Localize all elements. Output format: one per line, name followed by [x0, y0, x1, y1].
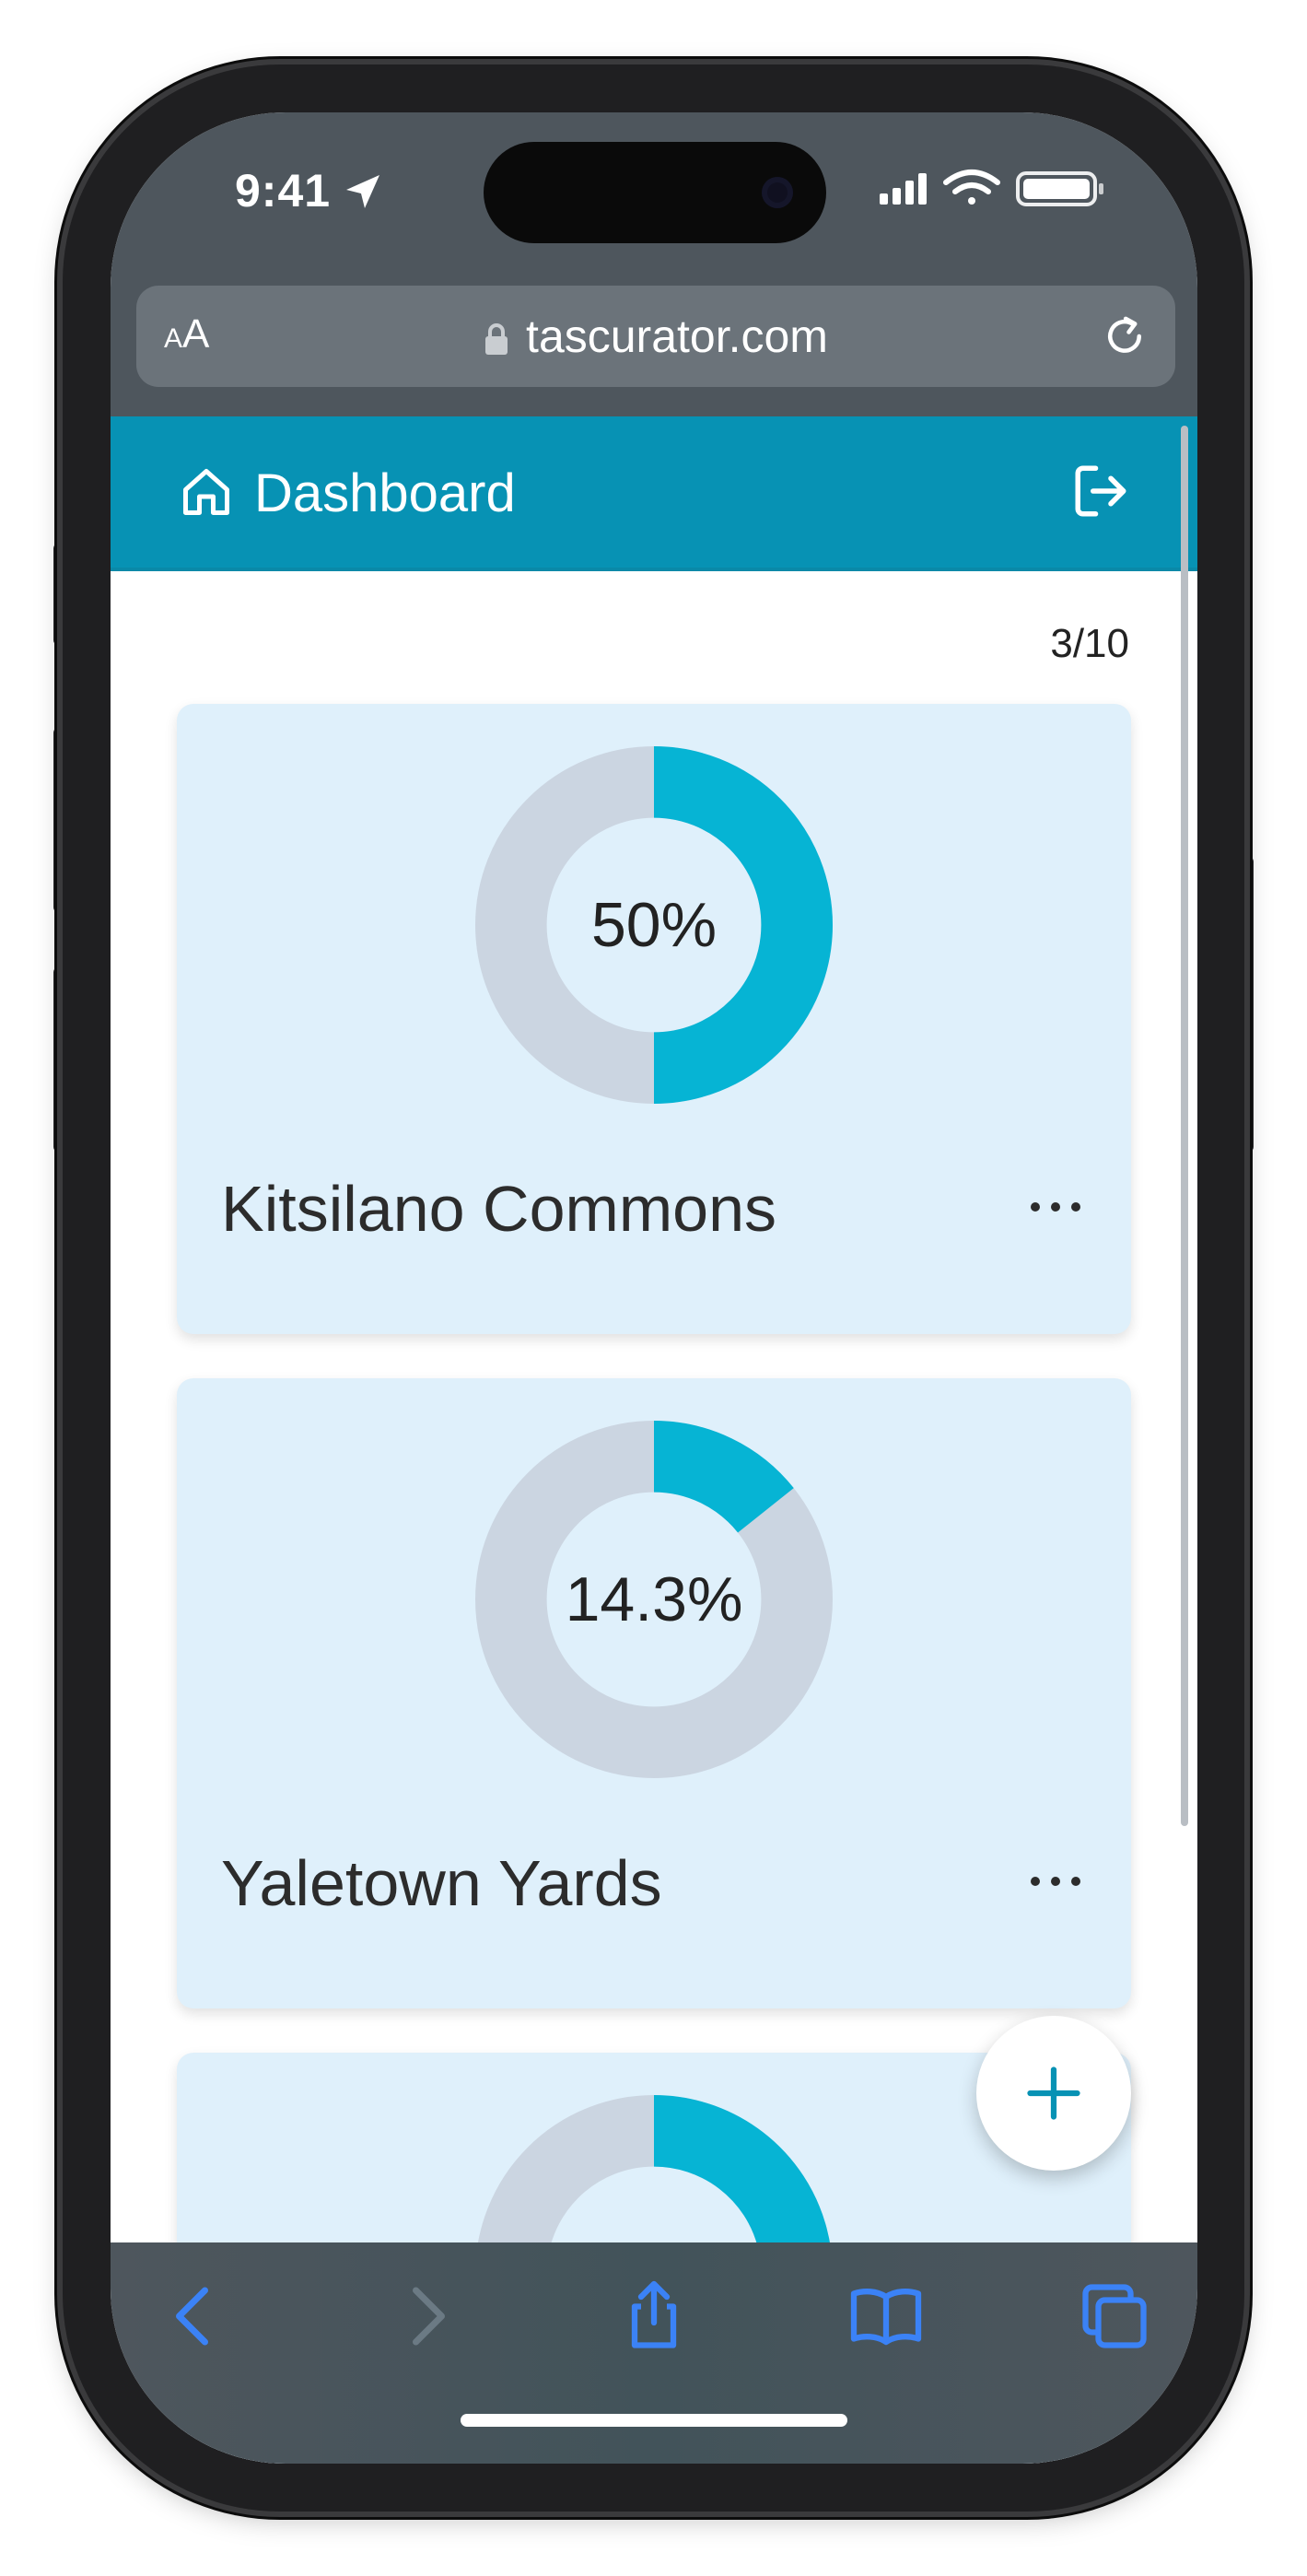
project-name: Kitsilano Commons	[221, 1173, 776, 1245]
status-time: 9:41	[235, 165, 332, 217]
battery-icon	[1016, 171, 1103, 206]
browser-bottom-toolbar	[111, 2242, 1197, 2464]
project-card[interactable]: 50% Kitsilano Commons	[177, 704, 1131, 1334]
reload-icon[interactable]	[1100, 311, 1149, 361]
scrollbar[interactable]	[1181, 426, 1188, 1826]
home-icon[interactable]	[179, 464, 234, 520]
dynamic-island	[484, 142, 826, 243]
lock-icon	[485, 323, 508, 355]
forward-chevron-icon	[413, 2287, 445, 2346]
project-card[interactable]: 14.3% Yaletown Yards	[177, 1378, 1131, 2008]
bookmarks-icon[interactable]	[847, 2277, 925, 2355]
page-counter: 3/10	[1050, 621, 1129, 666]
logout-icon[interactable]	[1070, 461, 1131, 521]
url-text: tascurator.com	[526, 310, 828, 362]
more-horizontal-icon[interactable]	[1026, 1188, 1085, 1225]
home-indicator	[461, 2414, 847, 2427]
address-bar[interactable]: AA tascurator.com	[136, 286, 1175, 387]
page-title[interactable]: Dashboard	[254, 463, 516, 524]
camera-icon	[762, 177, 793, 208]
app-header: Dashboard	[111, 416, 1197, 571]
tabs-icon[interactable]	[1076, 2277, 1153, 2355]
share-icon[interactable]	[615, 2277, 693, 2355]
progress-label: 50%	[590, 890, 718, 960]
screen: 9:41 AA tascurator.com Dashboard 3/10 50…	[111, 112, 1197, 2464]
wifi-icon	[943, 170, 1000, 205]
project-name: Yaletown Yards	[221, 1847, 662, 1919]
more-horizontal-icon[interactable]	[1026, 1863, 1085, 1900]
add-project-button[interactable]	[976, 2016, 1131, 2171]
progress-label: 14.3%	[565, 1564, 743, 1634]
cellular-signal-icon	[880, 173, 927, 205]
status-icons	[880, 170, 1103, 206]
browser-top-chrome: 9:41 AA tascurator.com	[111, 112, 1197, 416]
url-display[interactable]: tascurator.com	[136, 310, 1175, 363]
location-arrow-icon	[346, 175, 379, 208]
back-chevron-icon[interactable]	[157, 2277, 234, 2355]
plus-icon	[1027, 2067, 1080, 2120]
